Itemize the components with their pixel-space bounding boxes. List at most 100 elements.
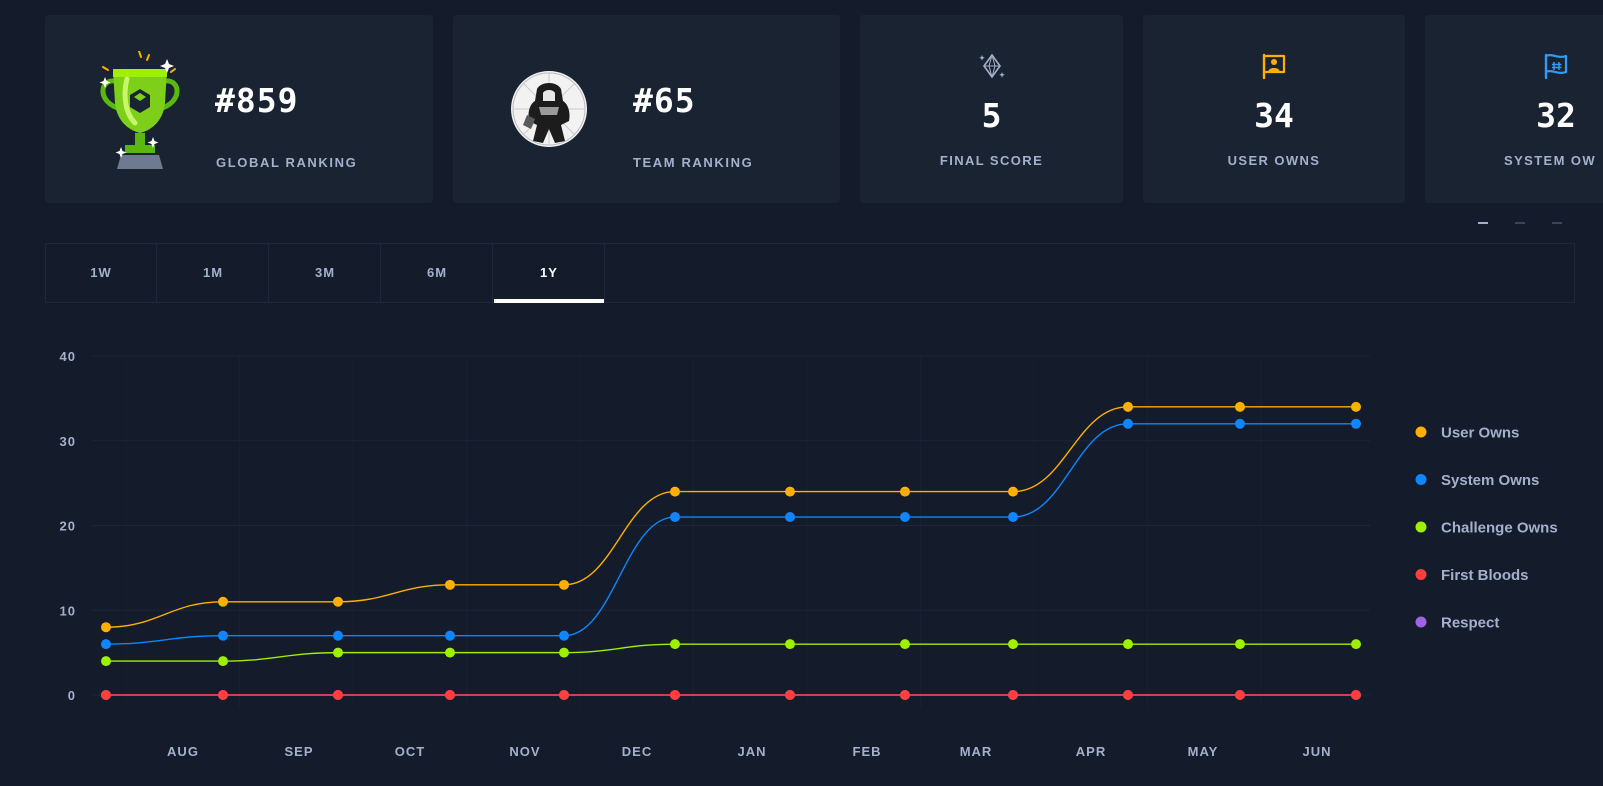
tab-1y[interactable]: 1Y [494,244,605,303]
data-point-first-bloods[interactable] [670,690,680,700]
carousel-dot[interactable] [1552,222,1562,224]
data-point-challenge-owns[interactable] [333,647,343,658]
data-point-first-bloods[interactable] [559,690,569,700]
series-system-owns [101,418,1361,650]
legend-item-challenge-owns[interactable]: Challenge Owns [1415,520,1558,537]
data-point-challenge-owns[interactable] [670,639,680,650]
data-point-system-owns[interactable] [1123,418,1133,429]
x-tick-label: DEC [622,744,652,759]
data-point-system-owns[interactable] [559,630,569,641]
tab-6m[interactable]: 6M [382,244,493,302]
data-point-user-owns[interactable] [218,596,228,607]
data-point-user-owns[interactable] [101,622,111,633]
legend-marker [1415,521,1427,533]
user-owns-label: USER OWNS [1227,153,1321,168]
tab-1w[interactable]: 1W [46,244,157,302]
legend-item-user-owns[interactable]: User Owns [1415,425,1520,442]
team-rank-value: #65 [633,81,696,120]
data-point-system-owns[interactable] [333,630,343,641]
x-tick-label: FEB [853,744,882,759]
data-point-system-owns[interactable] [445,630,455,641]
data-point-first-bloods[interactable] [333,690,343,700]
x-tick-label: OCT [395,744,425,759]
carousel-pagination [1478,222,1562,226]
user-flag-icon [1262,53,1286,80]
tab-3m[interactable]: 3M [270,244,381,302]
data-point-user-owns[interactable] [785,486,795,497]
user-owns-value: 34 [1254,96,1294,135]
global-rank-value: #859 [215,81,299,120]
x-tick-label: NOV [509,744,540,759]
data-point-user-owns[interactable] [1351,401,1361,412]
data-point-system-owns[interactable] [1235,418,1245,429]
series-challenge-owns [101,639,1361,667]
user-owns-card: 34 USER OWNS [1143,15,1405,203]
legend-label: First Bloods [1441,567,1529,584]
data-point-challenge-owns[interactable] [559,647,569,658]
diamond-icon [979,53,1005,79]
carousel-dot[interactable] [1478,222,1488,224]
data-point-first-bloods[interactable] [218,690,228,700]
data-point-user-owns[interactable] [333,596,343,607]
team-rank-label: TEAM RANKING [633,155,754,170]
carousel-dot[interactable] [1515,222,1525,224]
data-point-user-owns[interactable] [1008,486,1018,497]
data-point-first-bloods[interactable] [1008,690,1018,700]
data-point-user-owns[interactable] [1235,401,1245,412]
data-point-first-bloods[interactable] [1235,690,1245,700]
data-point-user-owns[interactable] [900,486,910,497]
legend-marker [1415,426,1427,438]
data-point-system-owns[interactable] [218,630,228,641]
data-point-user-owns[interactable] [1123,401,1133,412]
system-owns-card: 32 SYSTEM OW [1425,15,1603,203]
data-point-user-owns[interactable] [445,579,455,590]
data-point-system-owns[interactable] [1008,512,1018,523]
y-tick-label: 0 [68,688,76,703]
final-score-label: FINAL SCORE [939,153,1044,168]
x-tick-label: AUG [167,744,199,759]
time-range-tabs: 1W 1M 3M 6M 1Y [45,243,1575,303]
data-point-challenge-owns[interactable] [101,656,111,667]
final-score-value: 5 [981,96,1002,135]
data-point-challenge-owns[interactable] [1235,639,1245,650]
data-point-user-owns[interactable] [670,486,680,497]
legend-label: Respect [1441,615,1499,632]
data-point-first-bloods[interactable] [900,690,910,700]
data-point-first-bloods[interactable] [445,690,455,700]
data-point-challenge-owns[interactable] [785,639,795,650]
series-first-bloods [101,690,1361,700]
data-point-system-owns[interactable] [101,639,111,650]
team-avatar [511,71,587,147]
chart-grid [92,355,1370,707]
legend-item-first-bloods[interactable]: First Bloods [1415,567,1529,584]
data-point-first-bloods[interactable] [785,690,795,700]
data-point-system-owns[interactable] [900,512,910,523]
data-point-challenge-owns[interactable] [1008,639,1018,650]
system-owns-card-inner: 32 SYSTEM OW [1425,15,1603,203]
data-point-challenge-owns[interactable] [1123,639,1133,650]
data-point-challenge-owns[interactable] [218,656,228,667]
data-point-system-owns[interactable] [1351,418,1361,429]
data-point-challenge-owns[interactable] [1351,639,1361,650]
legend-marker [1415,616,1427,628]
y-tick-label: 30 [60,434,76,449]
global-rank-label: GLOBAL RANKING [216,155,358,170]
data-point-system-owns[interactable] [670,512,680,523]
legend-item-system-owns[interactable]: System Owns [1415,472,1540,489]
data-point-first-bloods[interactable] [101,690,111,700]
data-point-challenge-owns[interactable] [900,639,910,650]
system-flag-icon [1544,53,1568,80]
data-point-system-owns[interactable] [785,512,795,523]
x-tick-label: APR [1076,744,1106,759]
tab-1m[interactable]: 1M [158,244,269,302]
x-tick-label: JAN [737,744,766,759]
legend-item-respect[interactable]: Respect [1415,615,1500,632]
data-point-first-bloods[interactable] [1351,690,1361,700]
data-point-first-bloods[interactable] [1123,690,1133,700]
data-point-user-owns[interactable] [559,579,569,590]
system-owns-label: SYSTEM OW [1504,153,1597,168]
series-line-system-owns [105,423,1356,645]
x-tick-label: JUN [1302,744,1331,759]
data-point-challenge-owns[interactable] [445,647,455,658]
y-tick-label: 10 [60,603,76,618]
